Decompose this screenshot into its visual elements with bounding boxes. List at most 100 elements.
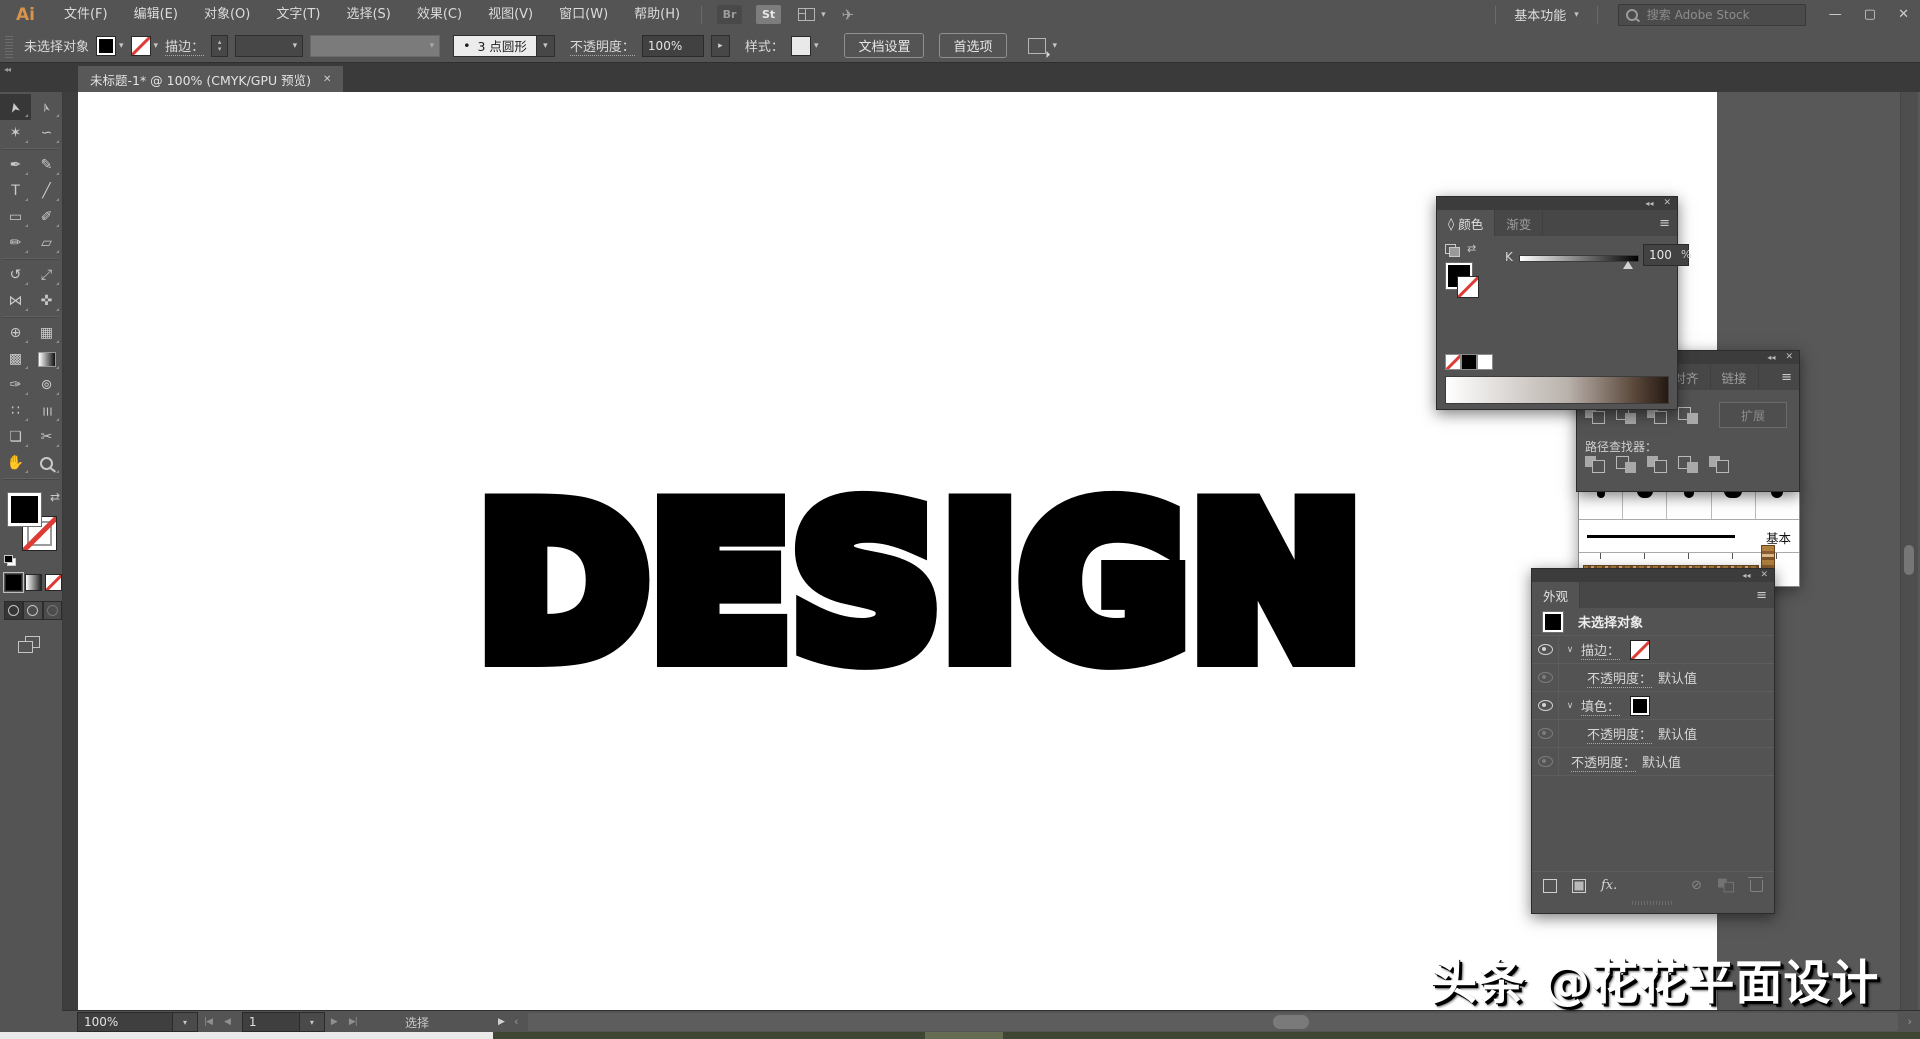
slice-tool[interactable]: ✂ <box>31 424 62 450</box>
visibility-column[interactable] <box>1532 748 1559 775</box>
vertical-scrollbar-thumb[interactable] <box>1904 545 1914 575</box>
visibility-column[interactable] <box>1532 692 1559 719</box>
menu-help[interactable]: 帮助(H) <box>621 0 693 29</box>
tab-gradient[interactable]: 渐变 <box>1495 210 1543 236</box>
symbol-sprayer-tool[interactable]: ∷ <box>0 398 31 424</box>
visibility-column[interactable] <box>1532 720 1559 747</box>
eye-icon[interactable] <box>1538 700 1553 711</box>
minimize-button[interactable]: — <box>1829 7 1842 22</box>
menu-edit[interactable]: 编辑(E) <box>121 0 191 29</box>
artboard-tool[interactable]: ❏ <box>0 424 31 450</box>
trim-button[interactable] <box>1616 456 1636 473</box>
column-graph-tool[interactable]: ☰ <box>31 398 62 424</box>
draw-behind-button[interactable] <box>23 601 42 620</box>
close-panel-icon[interactable]: ✕ <box>1785 351 1793 364</box>
opacity-link-label[interactable]: 不透明度： <box>1587 724 1652 744</box>
brush-swatch[interactable] <box>1667 491 1711 519</box>
status-expand-icon[interactable]: ▶ <box>498 1017 505 1027</box>
eye-icon-dim[interactable] <box>1538 756 1553 767</box>
arrange-documents-icon[interactable] <box>798 8 815 21</box>
selection-tool[interactable]: ➤ <box>0 94 31 120</box>
stroke-row-label[interactable]: 描边： <box>1581 640 1620 660</box>
stock-search-box[interactable] <box>1618 4 1806 26</box>
brush-swatch[interactable] <box>1712 491 1756 519</box>
hand-tool[interactable]: ✋ <box>0 450 31 476</box>
default-fill-stroke-icon[interactable] <box>4 555 16 566</box>
brush-swatch[interactable] <box>1579 491 1623 519</box>
graphic-style-swatch[interactable] <box>791 36 811 56</box>
swap-fill-stroke-icon[interactable]: ⇄ <box>1467 242 1476 255</box>
brush-swatch[interactable] <box>1623 491 1667 519</box>
close-button[interactable]: ✕ <box>1898 7 1909 22</box>
appearance-row-stroke[interactable]: ∨ 描边： <box>1532 636 1774 664</box>
add-new-fill-button[interactable] <box>1572 879 1586 893</box>
variable-width-profile-combo[interactable]: ▾ <box>310 35 440 57</box>
stroke-proxy-none[interactable] <box>1457 276 1479 298</box>
screen-mode-button[interactable] <box>18 636 40 653</box>
stroke-none-swatch[interactable] <box>1630 640 1650 660</box>
panel-resize-grip[interactable] <box>1532 899 1774 907</box>
puppet-warp-tool[interactable]: ✜ <box>31 288 62 314</box>
document-setup-button[interactable]: 文档设置 <box>844 33 924 58</box>
fill-row-label[interactable]: 填色： <box>1581 696 1620 716</box>
menu-window[interactable]: 窗口(W) <box>546 0 621 29</box>
mesh-tool[interactable]: ▩ <box>0 346 31 372</box>
brush-dropdown-button[interactable]: ▾ <box>537 35 555 57</box>
appearance-row-object-opacity[interactable]: 不透明度： 默认值 <box>1532 748 1774 776</box>
horizontal-scrollbar[interactable] <box>528 1013 1898 1031</box>
stroke-weight-combo[interactable]: ▾ <box>235 35 303 57</box>
zoom-dropdown-button[interactable]: ▾ <box>173 1012 198 1032</box>
selection-options-icon[interactable] <box>1028 38 1046 54</box>
magic-wand-tool[interactable]: ✶ <box>0 120 31 146</box>
gradient-button[interactable] <box>25 574 42 591</box>
collapse-panel-icon[interactable]: ◂◂ <box>1645 197 1653 210</box>
appearance-row-selection[interactable]: 未选择对象 <box>1532 608 1774 636</box>
vertical-scrollbar[interactable] <box>1900 92 1918 1010</box>
visibility-column[interactable] <box>1532 636 1559 663</box>
artboard-number-input[interactable] <box>242 1012 300 1032</box>
fill-proxy-black[interactable] <box>7 492 42 527</box>
appearance-row-fill-opacity[interactable]: 不透明度： 默认值 <box>1532 720 1774 748</box>
k-slider-thumb[interactable] <box>1623 261 1633 269</box>
divide-button[interactable] <box>1585 456 1605 473</box>
k-slider-track[interactable] <box>1519 255 1639 262</box>
color-spectrum-ramp[interactable] <box>1445 376 1669 404</box>
collapse-panel-icon[interactable]: ◂◂ <box>1767 351 1775 364</box>
color-button[interactable] <box>5 574 22 591</box>
opacity-label[interactable]: 不透明度： <box>570 36 635 56</box>
menu-object[interactable]: 对象(O) <box>191 0 263 29</box>
gpu-performance-icon[interactable]: ✈ <box>842 6 855 24</box>
perspective-grid-tool[interactable]: ▦ <box>31 320 62 346</box>
panel-menu-icon[interactable]: ≡ <box>1659 216 1670 231</box>
opacity-link-label[interactable]: 不透明度： <box>1571 752 1636 772</box>
lasso-tool[interactable]: ∽ <box>31 120 62 146</box>
opacity-input[interactable] <box>642 35 704 57</box>
brush-swatch[interactable] <box>1756 491 1799 519</box>
zoom-tool[interactable] <box>31 450 62 476</box>
opacity-dropdown-button[interactable]: ▸ <box>711 35 730 57</box>
brush-definition-combo[interactable]: • 3 点圆形 <box>453 35 537 57</box>
merge-button[interactable] <box>1647 456 1667 473</box>
close-panel-icon[interactable]: ✕ <box>1760 569 1768 582</box>
chevron-down-icon[interactable]: ∨ <box>1559 645 1581 655</box>
eye-icon-dim[interactable] <box>1538 728 1553 739</box>
chevron-down-icon[interactable]: ∨ <box>1559 701 1581 711</box>
menu-effect[interactable]: 效果(C) <box>404 0 475 29</box>
stepper-down-icon[interactable]: ▾ <box>218 46 222 53</box>
pen-tool[interactable]: ✒ <box>0 152 31 178</box>
visibility-column[interactable] <box>1532 664 1559 691</box>
stroke-swatch-none[interactable] <box>131 36 151 56</box>
dock-collapse-icon[interactable]: ◂◂ <box>4 65 10 74</box>
outline-button[interactable] <box>1709 456 1729 473</box>
graphic-style-control[interactable]: ▾ <box>791 36 819 56</box>
previous-artboard-button[interactable]: ◀ <box>224 1017 230 1027</box>
type-tool[interactable]: T <box>0 178 31 204</box>
shape-builder-tool[interactable]: ⊕ <box>0 320 31 346</box>
direct-selection-tool[interactable]: ➢ <box>31 94 62 120</box>
exclude-button[interactable] <box>1678 407 1698 424</box>
chevron-down-icon[interactable]: ▾ <box>821 10 826 20</box>
stroke-label[interactable]: 描边： <box>165 36 204 56</box>
crop-button[interactable] <box>1678 456 1698 473</box>
document-tab[interactable]: 未标题-1* @ 100% (CMYK/GPU 预览) ✕ <box>78 66 343 92</box>
gradient-tool[interactable] <box>31 346 62 372</box>
